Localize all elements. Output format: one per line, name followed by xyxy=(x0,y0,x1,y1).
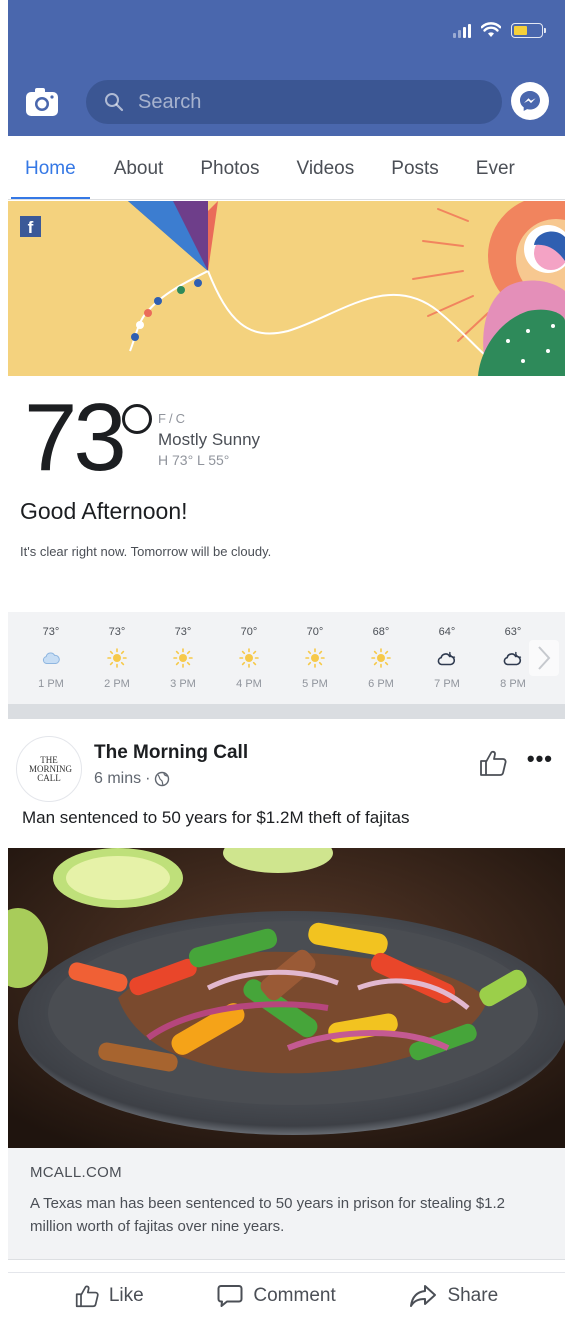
hourly-item: 68° 6 PM xyxy=(348,612,414,704)
tab-videos[interactable]: Videos xyxy=(297,136,355,199)
weather-condition: Mostly Sunny xyxy=(158,430,261,449)
unit-toggle[interactable]: F / C xyxy=(158,411,185,426)
hourly-time: 8 PM xyxy=(500,678,526,690)
hourly-temp: 73° xyxy=(174,626,192,638)
section-divider xyxy=(8,704,565,719)
moon-cloud-icon xyxy=(503,651,522,666)
current-temperature: 73 xyxy=(24,384,127,491)
status-bar xyxy=(453,22,546,38)
tab-home[interactable]: Home xyxy=(11,136,90,199)
fajitas-photo xyxy=(8,848,565,1148)
page-name[interactable]: The Morning Call xyxy=(94,742,248,764)
hourly-item: 73° 2 PM xyxy=(84,612,150,704)
like-button[interactable]: Like xyxy=(75,1283,144,1309)
post-actions: Like Comment Share xyxy=(8,1272,565,1318)
thumbs-up-icon xyxy=(480,750,507,776)
meta-separator: · xyxy=(145,770,151,787)
hourly-temp: 63° xyxy=(504,626,522,638)
hourly-time: 5 PM xyxy=(302,678,328,690)
globe-icon xyxy=(155,771,170,787)
sun-icon xyxy=(107,648,127,668)
more-options-icon[interactable]: ••• xyxy=(527,746,553,772)
comment-label: Comment xyxy=(253,1284,336,1306)
hourly-temp: 68° xyxy=(372,626,390,638)
hourly-time: 2 PM xyxy=(104,678,130,690)
post-headline: Man sentenced to 50 years for $1.2M thef… xyxy=(22,808,410,827)
avatar-logo-text: THE MORNING CALL xyxy=(29,754,73,783)
sun-icon xyxy=(239,648,259,668)
like-page-button[interactable] xyxy=(479,748,507,778)
hourly-item: 70° 5 PM xyxy=(282,612,348,704)
hourly-item: 73° 1 PM xyxy=(18,612,84,704)
kite-illustration xyxy=(8,201,565,376)
hourly-time: 4 PM xyxy=(236,678,262,690)
hourly-time: 1 PM xyxy=(38,678,64,690)
hourly-next-button[interactable] xyxy=(529,640,559,676)
hourly-time: 3 PM xyxy=(170,678,196,690)
unit-separator: / xyxy=(168,411,173,426)
sun-icon xyxy=(371,648,391,668)
hourly-time: 7 PM xyxy=(434,678,460,690)
greeting-text: Good Afternoon! xyxy=(20,498,188,524)
share-icon xyxy=(410,1284,437,1307)
like-label: Like xyxy=(108,1284,144,1306)
unit-fahrenheit[interactable]: F xyxy=(158,411,166,426)
weather-banner-illustration: f xyxy=(8,201,565,376)
sun-icon xyxy=(305,648,325,668)
app-header xyxy=(8,0,565,136)
hourly-item: 70° 4 PM xyxy=(216,612,282,704)
messenger-icon xyxy=(520,91,540,111)
post-image[interactable] xyxy=(8,848,565,1148)
hourly-time: 6 PM xyxy=(368,678,394,690)
messenger-button[interactable] xyxy=(511,82,549,120)
hourly-temp: 70° xyxy=(240,626,258,638)
comment-icon xyxy=(217,1284,243,1307)
facebook-logo-icon: f xyxy=(20,216,41,237)
moon-cloud-icon xyxy=(437,651,456,666)
search-icon xyxy=(105,93,124,112)
link-domain: MCALL.COM xyxy=(30,1164,122,1181)
search-input[interactable] xyxy=(138,90,458,114)
tab-events[interactable]: Ever xyxy=(476,136,515,199)
tab-photos[interactable]: Photos xyxy=(200,136,259,199)
page-tabs: Home About Photos Videos Posts Ever xyxy=(8,136,565,200)
post-time[interactable]: 6 mins xyxy=(94,770,141,788)
forecast-message: It's clear right now. Tomorrow will be c… xyxy=(20,544,272,559)
wifi-icon xyxy=(481,22,501,37)
hourly-item: 64° 7 PM xyxy=(414,612,480,704)
hourly-temp: 70° xyxy=(306,626,324,638)
page-avatar[interactable]: THE MORNING CALL xyxy=(16,736,82,802)
share-button[interactable]: Share xyxy=(409,1284,498,1308)
weather-card: 73 F / C Mostly Sunny H 73° L 55° Good Aft… xyxy=(8,376,565,719)
hourly-forecast[interactable]: 73° 1 PM 73° 2 PM 73° 3 PM 70° 4 PM 70° … xyxy=(8,612,565,704)
chevron-right-icon xyxy=(538,646,551,670)
hourly-temp: 64° xyxy=(438,626,456,638)
tab-posts[interactable]: Posts xyxy=(391,136,439,199)
camera-icon xyxy=(26,88,58,116)
degree-symbol xyxy=(122,404,152,434)
comment-button[interactable]: Comment xyxy=(217,1284,336,1308)
hourly-item: 73° 3 PM xyxy=(150,612,216,704)
share-label: Share xyxy=(447,1284,499,1306)
cloud-icon xyxy=(42,652,60,664)
link-preview[interactable]: MCALL.COM A Texas man has been sentenced… xyxy=(8,1148,565,1260)
search-bar[interactable] xyxy=(86,80,502,124)
link-description: A Texas man has been sentenced to 50 yea… xyxy=(30,1195,506,1235)
hourly-temp: 73° xyxy=(42,626,60,638)
camera-button[interactable] xyxy=(24,84,60,120)
tab-about[interactable]: About xyxy=(114,136,164,199)
high-low-temperature: H 73° L 55° xyxy=(158,452,230,468)
news-post: THE MORNING CALL The Morning Call 6 mins… xyxy=(8,720,565,1319)
thumbs-up-icon xyxy=(75,1285,99,1307)
signal-icon xyxy=(453,22,471,38)
unit-celsius[interactable]: C xyxy=(176,411,185,426)
battery-icon xyxy=(511,23,546,38)
post-meta: 6 mins · xyxy=(94,770,170,788)
sun-icon xyxy=(173,648,193,668)
hourly-temp: 73° xyxy=(108,626,126,638)
